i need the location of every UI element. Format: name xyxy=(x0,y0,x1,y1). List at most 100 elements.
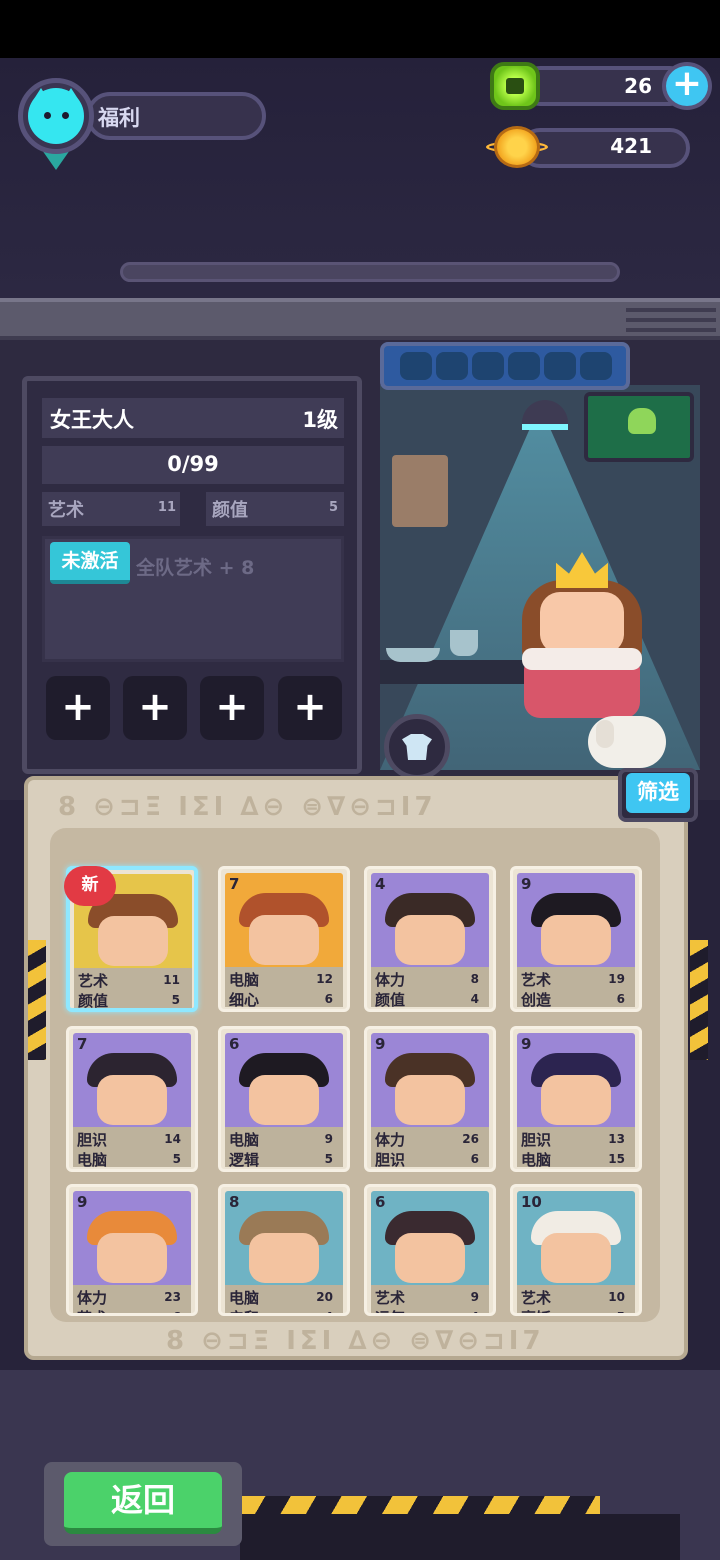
card-level: 9 xyxy=(77,1193,88,1211)
cat-slot-icon xyxy=(508,352,540,380)
coin-value: 421 xyxy=(610,134,652,158)
card-stat-value: 23 xyxy=(164,1290,181,1304)
equip-slot-button[interactable]: + xyxy=(46,676,110,740)
character-card[interactable]: 9 体力 26 胆识 6 xyxy=(364,1026,496,1172)
xp-text: 0/99 xyxy=(167,452,219,476)
card-level: 4 xyxy=(375,875,386,893)
equip-slot-button[interactable]: + xyxy=(278,676,342,740)
card-stat-name: 艺术 xyxy=(521,1289,552,1307)
card-stat-name: 烹饪 xyxy=(521,1307,551,1313)
card-stat-value: 5 xyxy=(617,1310,625,1313)
gem-value: 26 xyxy=(624,74,652,98)
character-card[interactable]: 9 体力 23 艺术 6 xyxy=(66,1184,198,1316)
coin-icon xyxy=(494,126,540,168)
add-gems-button[interactable]: + xyxy=(662,62,712,110)
card-level: 6 xyxy=(375,1193,386,1211)
character-card[interactable]: 4 体力 8 颜值 4 xyxy=(364,866,496,1012)
cat-slot-icon xyxy=(472,352,504,380)
card-stat-value: 6 xyxy=(173,1310,181,1313)
character-card[interactable]: 8 电脑 20 亲和 4 xyxy=(218,1184,350,1316)
card-stat-name: 逻辑 xyxy=(229,1151,260,1169)
card-stat-value: 10 xyxy=(608,1290,625,1304)
portrait-face xyxy=(395,1233,465,1283)
card-stat-value: 20 xyxy=(316,1290,333,1304)
card-level: 7 xyxy=(229,875,240,893)
card-stat-value: 5 xyxy=(324,1152,333,1166)
back-button[interactable]: 返回 xyxy=(64,1472,222,1534)
card-stat-name: 胆识 xyxy=(375,1151,406,1169)
card-stat-name: 运气 xyxy=(375,1307,405,1313)
portrait-face xyxy=(395,915,465,965)
vent-slat xyxy=(626,328,716,332)
character-card[interactable]: 6 艺术 9 运气 4 xyxy=(364,1184,496,1316)
dog-ear xyxy=(596,720,614,748)
cat-slot-icon xyxy=(580,352,612,380)
card-stat-value: 6 xyxy=(324,992,333,1006)
card-stat-name: 电脑 xyxy=(229,1131,260,1149)
card-level: 6 xyxy=(229,1035,240,1053)
card-stat-value: 15 xyxy=(608,1152,625,1166)
card-level: 8 xyxy=(229,1193,240,1211)
new-badge: 新 xyxy=(64,866,116,906)
character-card[interactable]: 10 艺术 10 烹饪 5 xyxy=(510,1184,642,1316)
bowl-icon xyxy=(386,648,440,662)
cat-eye-left xyxy=(44,112,51,119)
character-name: 女王大人 xyxy=(50,408,134,432)
card-level: 9 xyxy=(521,1035,532,1053)
character-card[interactable]: 6 电脑 9 逻辑 5 xyxy=(218,1026,350,1172)
card-stat-value: 6 xyxy=(470,1152,479,1166)
card-stat-name: 亲和 xyxy=(229,1307,259,1313)
cat-slot-icon xyxy=(400,352,432,380)
card-stat-name: 艺术 xyxy=(521,971,552,989)
stat-name: 艺术 xyxy=(48,500,84,521)
card-stat-value: 5 xyxy=(171,993,180,1007)
card-level: 9 xyxy=(375,1035,386,1053)
card-stat-value: 4 xyxy=(470,992,479,1006)
card-stat-name: 颜值 xyxy=(375,991,406,1009)
equip-slot-button[interactable]: + xyxy=(200,676,264,740)
equip-slot-button[interactable]: + xyxy=(123,676,187,740)
character-card[interactable]: 7 胆识 14 电脑 5 xyxy=(66,1026,198,1172)
character-card[interactable]: 7 电脑 12 细心 6 xyxy=(218,866,350,1012)
cat-ear-right xyxy=(62,88,80,102)
hazard-stripe xyxy=(240,1496,600,1514)
alien-glyph-row: 8 ⊖⊐Ξ IΣI ∆⊖ ⊜∇⊖⊐I7 xyxy=(166,1326,545,1356)
card-stat-name: 电脑 xyxy=(521,1151,552,1169)
card-stat-value: 4 xyxy=(325,1310,333,1313)
queen-sprite-face[interactable] xyxy=(540,592,624,654)
card-stat-name: 创造 xyxy=(521,991,552,1009)
card-stat-name: 电脑 xyxy=(229,1289,260,1307)
status-bar xyxy=(0,0,720,58)
portrait-face xyxy=(249,915,319,965)
cat-eye-right xyxy=(62,112,69,119)
portrait-face xyxy=(249,1075,319,1125)
portrait-face xyxy=(249,1233,319,1283)
character-card[interactable]: 9 胆识 13 电脑 15 xyxy=(510,1026,642,1172)
character-card[interactable]: 9 艺术 19 创造 6 xyxy=(510,866,642,1012)
gem-icon-center xyxy=(506,78,524,94)
stat-name: 颜值 xyxy=(212,500,248,521)
wall-memo xyxy=(392,455,448,527)
portrait-face xyxy=(541,915,611,965)
buff-status-badge: 未激活 xyxy=(50,542,130,584)
card-stat-value: 4 xyxy=(471,1310,479,1313)
cat-slot-icon xyxy=(544,352,576,380)
cat-ear-left xyxy=(32,88,50,102)
portrait-face xyxy=(97,1233,167,1283)
card-level: 7 xyxy=(77,1035,88,1053)
queen-sprite-collar xyxy=(522,648,642,670)
stat-value: 5 xyxy=(328,500,338,515)
card-stat-value: 9 xyxy=(324,1132,333,1146)
card-level: 9 xyxy=(521,875,532,893)
card-stat-value: 14 xyxy=(164,1132,181,1146)
card-stat-name: 艺术 xyxy=(375,1289,406,1307)
vent-slat xyxy=(626,318,716,322)
card-stat-name: 颜值 xyxy=(78,992,109,1010)
card-stat-value: 5 xyxy=(172,1152,181,1166)
portrait-face xyxy=(395,1075,465,1125)
filter-button[interactable]: 筛选 xyxy=(626,773,690,813)
card-stat-name: 胆识 xyxy=(77,1131,108,1149)
portrait-face xyxy=(98,916,168,966)
portrait-face xyxy=(541,1233,611,1283)
card-stat-name: 艺术 xyxy=(78,972,109,990)
